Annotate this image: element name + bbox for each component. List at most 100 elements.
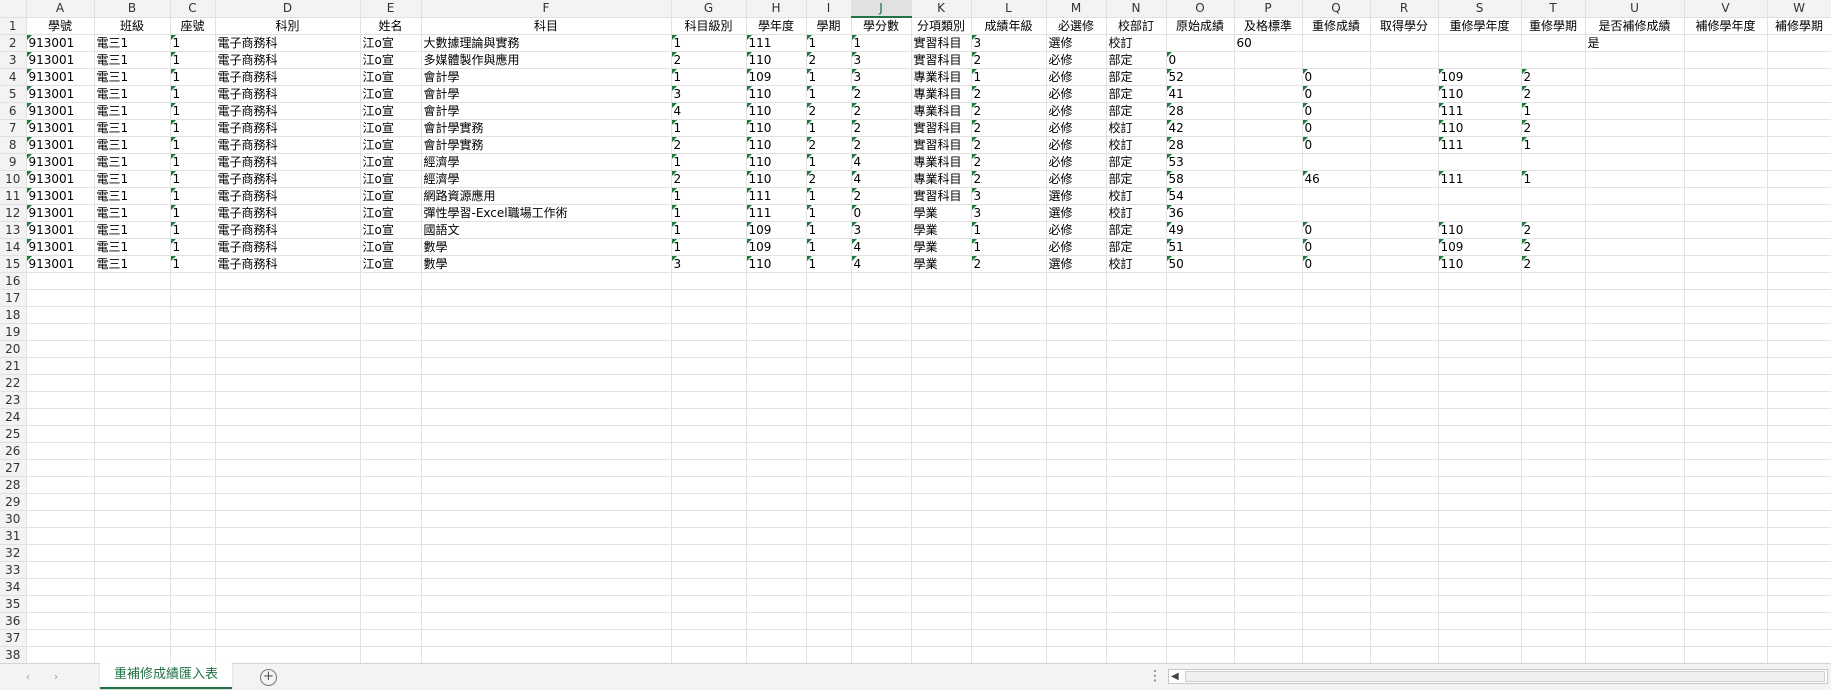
empty-cell[interactable] bbox=[851, 459, 912, 477]
cell[interactable] bbox=[1234, 153, 1303, 171]
cell[interactable]: 學業 bbox=[911, 204, 972, 222]
empty-cell[interactable] bbox=[1234, 357, 1303, 375]
empty-cell[interactable] bbox=[806, 391, 852, 409]
empty-cell[interactable] bbox=[971, 289, 1047, 307]
cell[interactable]: 實習科目 bbox=[911, 136, 972, 154]
empty-cell[interactable] bbox=[360, 442, 422, 460]
empty-cell[interactable] bbox=[1684, 306, 1768, 324]
empty-cell[interactable] bbox=[1767, 408, 1831, 426]
column-header-m[interactable]: M bbox=[1046, 0, 1107, 18]
cell[interactable]: 2 bbox=[1521, 255, 1586, 273]
empty-cell[interactable] bbox=[1046, 340, 1107, 358]
cell[interactable]: 28 bbox=[1166, 102, 1235, 120]
empty-cell[interactable] bbox=[1767, 493, 1831, 511]
cell[interactable]: 電三1 bbox=[94, 255, 171, 273]
empty-cell[interactable] bbox=[94, 340, 171, 358]
cell[interactable]: 電三1 bbox=[94, 187, 171, 205]
cell[interactable]: 2 bbox=[851, 119, 912, 137]
empty-cell[interactable] bbox=[911, 306, 972, 324]
cell[interactable]: 電三1 bbox=[94, 85, 171, 103]
header-cell[interactable]: 科目 bbox=[421, 17, 672, 35]
cell[interactable]: 110 bbox=[1438, 85, 1522, 103]
empty-cell[interactable] bbox=[94, 561, 171, 579]
empty-cell[interactable] bbox=[1521, 510, 1586, 528]
cell[interactable]: 江o宣 bbox=[360, 51, 422, 69]
cell[interactable] bbox=[1684, 34, 1768, 52]
empty-cell[interactable] bbox=[215, 578, 361, 596]
cell[interactable] bbox=[1767, 34, 1831, 52]
cell[interactable]: 電三1 bbox=[94, 136, 171, 154]
cell[interactable] bbox=[1767, 170, 1831, 188]
column-header-b[interactable]: B bbox=[94, 0, 171, 18]
empty-cell[interactable] bbox=[1438, 510, 1522, 528]
cell[interactable]: 913001 bbox=[26, 34, 95, 52]
empty-cell[interactable] bbox=[1684, 408, 1768, 426]
empty-cell[interactable] bbox=[1046, 629, 1107, 647]
cell[interactable]: 電三1 bbox=[94, 51, 171, 69]
empty-cell[interactable] bbox=[170, 476, 216, 494]
empty-cell[interactable] bbox=[1302, 629, 1371, 647]
row-header[interactable]: 8 bbox=[0, 136, 27, 154]
empty-cell[interactable] bbox=[1521, 629, 1586, 647]
cell[interactable]: 1 bbox=[170, 85, 216, 103]
empty-cell[interactable] bbox=[360, 578, 422, 596]
empty-cell[interactable] bbox=[1106, 544, 1167, 562]
cell[interactable]: 經濟學 bbox=[421, 170, 672, 188]
empty-cell[interactable] bbox=[1046, 289, 1107, 307]
empty-cell[interactable] bbox=[1166, 442, 1235, 460]
cell[interactable]: 1 bbox=[671, 153, 747, 171]
cell[interactable]: 選修 bbox=[1046, 187, 1107, 205]
cell[interactable]: 必修 bbox=[1046, 102, 1107, 120]
column-header-w[interactable]: W bbox=[1767, 0, 1831, 18]
empty-cell[interactable] bbox=[1234, 544, 1303, 562]
empty-cell[interactable] bbox=[1046, 272, 1107, 290]
empty-cell[interactable] bbox=[806, 646, 852, 663]
empty-cell[interactable] bbox=[360, 357, 422, 375]
empty-cell[interactable] bbox=[851, 306, 912, 324]
empty-cell[interactable] bbox=[421, 289, 672, 307]
empty-cell[interactable] bbox=[1370, 289, 1439, 307]
empty-cell[interactable] bbox=[1166, 357, 1235, 375]
cell[interactable]: 111 bbox=[746, 204, 807, 222]
cell[interactable]: 江o宣 bbox=[360, 102, 422, 120]
header-cell[interactable]: 原始成績 bbox=[1166, 17, 1235, 35]
cell[interactable] bbox=[1585, 204, 1685, 222]
empty-cell[interactable] bbox=[360, 612, 422, 630]
row-header[interactable]: 17 bbox=[0, 289, 27, 307]
empty-cell[interactable] bbox=[1585, 459, 1685, 477]
cell[interactable]: 1 bbox=[971, 238, 1047, 256]
empty-cell[interactable] bbox=[215, 510, 361, 528]
cell[interactable]: 1 bbox=[170, 221, 216, 239]
empty-cell[interactable] bbox=[911, 578, 972, 596]
empty-cell[interactable] bbox=[851, 272, 912, 290]
empty-cell[interactable] bbox=[421, 306, 672, 324]
row-header[interactable]: 31 bbox=[0, 527, 27, 545]
empty-cell[interactable] bbox=[94, 391, 171, 409]
header-cell[interactable]: 重修學期 bbox=[1521, 17, 1586, 35]
empty-cell[interactable] bbox=[1438, 595, 1522, 613]
empty-cell[interactable] bbox=[1521, 374, 1586, 392]
empty-cell[interactable] bbox=[1585, 391, 1685, 409]
empty-cell[interactable] bbox=[671, 408, 747, 426]
empty-cell[interactable] bbox=[911, 289, 972, 307]
empty-cell[interactable] bbox=[1046, 561, 1107, 579]
empty-cell[interactable] bbox=[1166, 612, 1235, 630]
empty-cell[interactable] bbox=[1370, 527, 1439, 545]
empty-cell[interactable] bbox=[1767, 459, 1831, 477]
empty-cell[interactable] bbox=[851, 493, 912, 511]
empty-cell[interactable] bbox=[215, 595, 361, 613]
cell[interactable]: 電子商務科 bbox=[215, 85, 361, 103]
empty-cell[interactable] bbox=[1234, 442, 1303, 460]
empty-cell[interactable] bbox=[360, 459, 422, 477]
empty-cell[interactable] bbox=[1046, 408, 1107, 426]
cell[interactable]: 1 bbox=[806, 153, 852, 171]
cell[interactable]: 1 bbox=[1521, 136, 1586, 154]
empty-cell[interactable] bbox=[421, 459, 672, 477]
cell[interactable]: 專業科目 bbox=[911, 153, 972, 171]
row-header[interactable]: 9 bbox=[0, 153, 27, 171]
cell[interactable]: 會計學 bbox=[421, 102, 672, 120]
header-cell[interactable]: 必選修 bbox=[1046, 17, 1107, 35]
cell[interactable]: 2 bbox=[971, 136, 1047, 154]
column-header-l[interactable]: L bbox=[971, 0, 1047, 18]
empty-cell[interactable] bbox=[1370, 544, 1439, 562]
